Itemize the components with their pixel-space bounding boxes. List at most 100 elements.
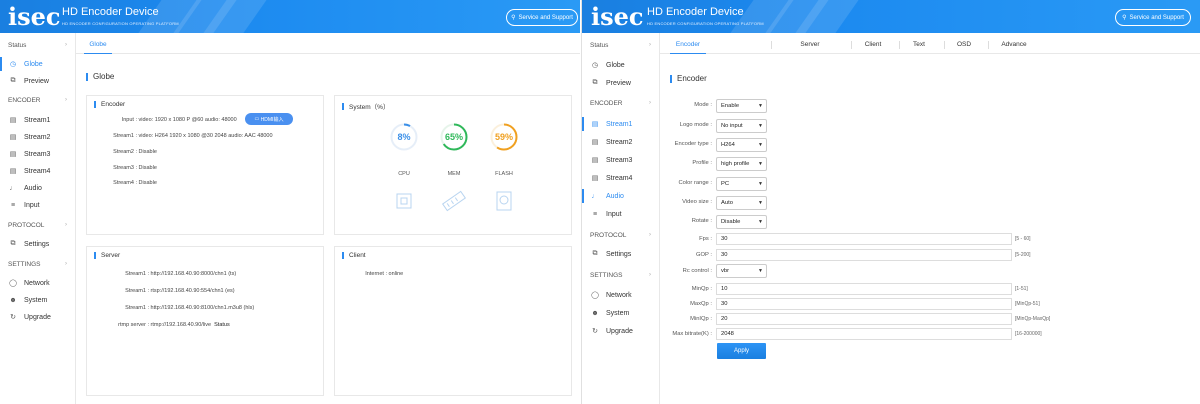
encoder-type-label: Encoder type : <box>674 141 712 147</box>
sidebar-item-settings[interactable]: ⧉ Settings <box>0 237 75 251</box>
rotate-label: Rotate : <box>691 218 712 224</box>
tab-globe[interactable]: Globe <box>84 35 112 54</box>
mem-label: MEM <box>447 171 461 177</box>
server-card: Server Stream1 : http://192.168.40.90:80… <box>86 246 324 396</box>
flash-value: 59% <box>495 132 513 142</box>
video-size-label: Video size : <box>682 199 712 205</box>
chevron-down-icon: ▼ <box>758 123 763 129</box>
user-icon: ☻ <box>9 296 17 304</box>
chevron-down-icon: ▼ <box>758 268 763 274</box>
minqp-input[interactable]: 10 <box>716 283 1012 295</box>
page-title: Globe <box>86 72 114 81</box>
rotate-select[interactable]: Disable ▼ <box>716 215 767 229</box>
cpu-value: 8% <box>397 132 410 142</box>
logo-mode-select[interactable]: No input ▼ <box>716 119 767 133</box>
system-card: System（%） 8% 65% 59% CPU MEM FLASH <box>334 95 572 235</box>
support-label: Service and Support <box>518 14 573 21</box>
video-size-select[interactable]: Auto ▼ <box>716 196 767 210</box>
encoder-card-title: Encoder <box>94 101 125 108</box>
minqp-label: MinQp : <box>691 286 712 292</box>
user-icon: ☻ <box>591 309 599 317</box>
sidebar-settings-group[interactable]: SETTINGS › <box>0 258 75 270</box>
chevron-right-icon: › <box>65 42 67 48</box>
server-stream2-row: Stream1 : rtsp://192.168.40.90:554/chn1 … <box>125 288 235 294</box>
apply-button[interactable]: Apply <box>717 343 766 359</box>
sidebar-item-upgrade[interactable]: ↻ Upgrade <box>0 310 75 324</box>
maxqp-input[interactable]: 30 <box>716 298 1012 310</box>
network-icon: ◯ <box>9 280 17 287</box>
mode-select[interactable]: Enable ▼ <box>716 99 767 113</box>
app-header: isec HD Encoder Device HD ENCODER CONFIG… <box>582 0 1200 33</box>
sidebar-item-system[interactable]: ☻ System <box>0 293 75 307</box>
sidebar-status[interactable]: Status › <box>0 39 75 51</box>
fps-input[interactable]: 30 <box>716 233 1012 245</box>
encoder-input-row: Input : video: 1920 x 1080 P @60 audio: … <box>121 117 237 123</box>
sidebar-protocol-group[interactable]: PROTOCOL › <box>0 219 75 231</box>
max-bitrate-input[interactable]: 2048 <box>716 328 1012 340</box>
encoder-stream4-row: Stream4 : Disable <box>113 180 157 186</box>
maxqp-label: MaxQp : <box>690 301 712 307</box>
sidebar-item-stream1[interactable]: ▤ Stream1 <box>0 113 75 127</box>
sidebar-item-stream3[interactable]: ▤ Stream3 <box>0 147 75 161</box>
tab-osd[interactable]: OSD <box>946 35 982 54</box>
server-stream1-row: Stream1 : http://192.168.40.90:8000/chn1… <box>125 271 237 277</box>
client-card-title: Client <box>342 252 366 259</box>
sidebar-item-input[interactable]: ≡ Input <box>0 198 75 212</box>
sidebar-item-stream2[interactable]: ▤ Stream2 <box>0 130 75 144</box>
color-range-select[interactable]: PC ▼ <box>716 177 767 191</box>
cpu-gauge: 8% <box>390 123 418 151</box>
mem-value: 65% <box>445 132 463 142</box>
rtmp-status: Status <box>214 322 230 328</box>
sidebar-item-globe[interactable]: ◷ Globe <box>582 58 659 72</box>
sidebar-item-preview[interactable]: ⧉ Preview <box>0 74 75 88</box>
rc-control-select[interactable]: vbr ▼ <box>716 264 767 278</box>
server-rtmp-row: rtmp server : rtmp://192.168.40.90/live … <box>118 322 230 328</box>
stream-icon: ▤ <box>9 134 17 141</box>
tab-text[interactable]: Text <box>901 35 937 54</box>
fps-label: Fps : <box>699 236 712 242</box>
sidebar-item-globe[interactable]: ◷ Globe <box>0 57 75 71</box>
encoder-type-select[interactable]: H264 ▼ <box>716 138 767 152</box>
max-bitrate-hint: [16-200000] <box>1015 331 1042 337</box>
sidebar-item-audio[interactable]: ♩ Audio <box>0 181 75 195</box>
sidebar-encoder-group[interactable]: ENCODER › <box>0 94 75 106</box>
tab-advance[interactable]: Advance <box>994 35 1034 54</box>
minqp-hint: [1-51] <box>1015 286 1028 292</box>
miniqp-label: MinIQp : <box>690 316 712 322</box>
sidebar-item-stream4[interactable]: ▤ Stream4 <box>0 164 75 178</box>
speaker-icon: ♩ <box>591 192 599 200</box>
encoder-stream2-row: Stream2 : Disable <box>113 149 157 155</box>
tab-encoder[interactable]: Encoder <box>670 35 706 54</box>
tab-client[interactable]: Client <box>855 35 891 54</box>
clock-icon: ◷ <box>9 61 17 68</box>
system-card-title: System（%） <box>342 101 389 111</box>
mode-label: Mode : <box>694 102 712 108</box>
profile-select[interactable]: high profile ▼ <box>716 157 767 171</box>
sidebar-status[interactable]: Status › <box>582 39 659 51</box>
encoder-card: Encoder Input : video: 1920 x 1080 P @60… <box>86 95 324 235</box>
cpu-label: CPU <box>398 171 410 177</box>
service-support-button[interactable]: ⚲ Service and Support <box>1115 9 1191 26</box>
chevron-down-icon: ▼ <box>758 181 763 187</box>
chevron-down-icon: ▼ <box>758 219 763 225</box>
refresh-icon: ↻ <box>10 314 16 321</box>
stream-icon: ▤ <box>591 157 599 164</box>
gop-hint: [5-200] <box>1015 252 1031 258</box>
chevron-down-icon: ▼ <box>758 103 763 109</box>
sidebar-item-preview[interactable]: ⧉ Preview <box>582 76 659 90</box>
gop-label: GOP : <box>695 252 712 258</box>
client-internet-row: Internet : online <box>365 271 404 277</box>
service-support-button[interactable]: ⚲ Service and Support <box>506 9 578 26</box>
stream-icon: ▤ <box>9 151 17 158</box>
brand-subtitle: HD ENCODER CONFIGURATION OPERATING PLATF… <box>647 21 764 26</box>
encoder-stream1-row: Stream1 : video: H264 1920 x 1080 @30 20… <box>113 133 273 139</box>
preview-icon: ⧉ <box>10 77 16 84</box>
chevron-down-icon: ▼ <box>758 142 763 148</box>
hdmi-input-button[interactable]: ▭ HDMI输入 <box>245 113 293 125</box>
client-card: Client Internet : online <box>334 246 572 396</box>
gop-input[interactable]: 30 <box>716 249 1012 261</box>
tab-server[interactable]: Server <box>792 35 828 54</box>
profile-label: Profile : <box>692 160 712 166</box>
miniqp-input[interactable]: 20 <box>716 313 1012 325</box>
sidebar-item-network[interactable]: ◯ Network <box>0 276 75 290</box>
